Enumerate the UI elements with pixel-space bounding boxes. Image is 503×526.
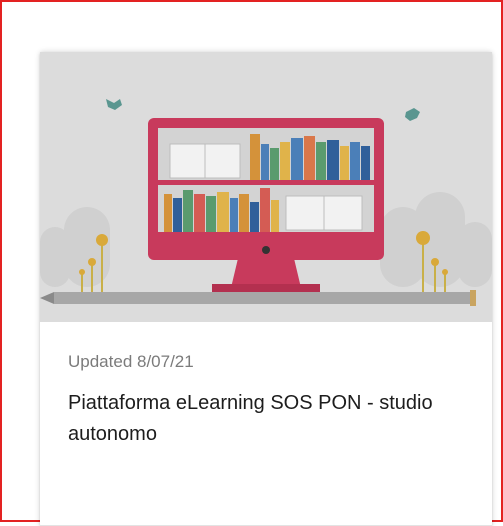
updated-date: Updated 8/07/21 bbox=[68, 352, 194, 371]
course-card[interactable]: Updated 8/07/21 Piattaforma eLearning SO… bbox=[40, 52, 492, 526]
course-title[interactable]: Piattaforma eLearning SOS PON - studio a… bbox=[68, 388, 468, 450]
selection-frame: Updated 8/07/21 Piattaforma eLearning SO… bbox=[0, 0, 503, 526]
elearning-illustration-icon bbox=[40, 52, 492, 322]
course-thumbnail[interactable] bbox=[40, 52, 492, 322]
